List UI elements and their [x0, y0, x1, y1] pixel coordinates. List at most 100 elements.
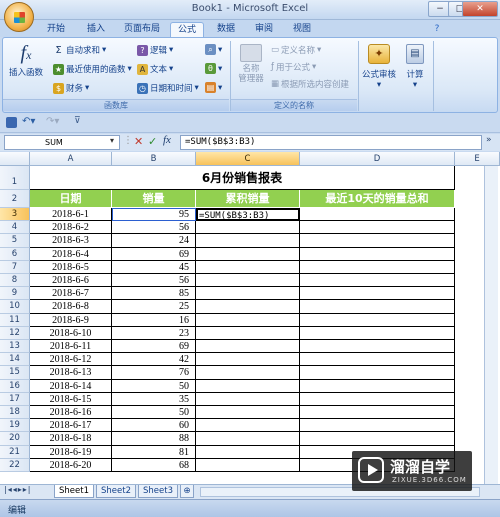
insert-function-icon[interactable]: fx [163, 134, 171, 146]
calculation-button[interactable]: ▤ 计算 ▾ [401, 44, 429, 90]
quantity-cell[interactable]: 50 [112, 406, 196, 420]
recent-10-day-sum-cell[interactable] [300, 313, 455, 327]
cumulative-cell[interactable] [196, 221, 300, 235]
logical-button[interactable]: ? 逻辑 ▾ [137, 44, 173, 56]
sheet-title[interactable]: 6月份销售报表 [30, 166, 455, 190]
sheet-tab-2[interactable]: Sheet2 [96, 485, 136, 498]
row-header[interactable]: 2 [0, 190, 30, 208]
recent-10-day-sum-cell[interactable] [300, 419, 455, 433]
cumulative-cell[interactable] [196, 406, 300, 420]
row-header[interactable]: 21 [0, 445, 30, 459]
insert-sheet-icon[interactable]: ⊕ [180, 485, 194, 498]
cumulative-cell[interactable] [196, 287, 300, 301]
math-button[interactable]: θ ▾ [205, 63, 222, 74]
undo-icon[interactable]: ↶▾ [22, 116, 35, 127]
recent-10-day-sum-cell[interactable] [300, 366, 455, 380]
row-header[interactable]: 18 [0, 406, 30, 420]
date-cell[interactable]: 2018-6-13 [30, 366, 112, 380]
use-in-formula-button[interactable]: ƒ 用于公式 ▾ [271, 61, 316, 73]
text-button[interactable]: A 文本 ▾ [137, 63, 173, 75]
date-cell[interactable]: 2018-6-11 [30, 340, 112, 354]
recent-10-day-sum-cell[interactable] [300, 234, 455, 248]
recent-10-day-sum-cell[interactable] [300, 300, 455, 314]
active-editing-cell[interactable]: =SUM($B$3:B3) [196, 208, 300, 222]
quantity-cell[interactable]: 25 [112, 300, 196, 314]
close-button[interactable]: ✕ [462, 1, 498, 17]
row-header[interactable]: 15 [0, 366, 30, 380]
quantity-cell[interactable]: 88 [112, 432, 196, 446]
cumulative-cell[interactable] [196, 445, 300, 459]
row-header[interactable]: 10 [0, 300, 30, 314]
quantity-cell[interactable]: 42 [112, 353, 196, 367]
name-box-dropdown-icon[interactable]: ▾ [110, 136, 114, 145]
cumulative-cell[interactable] [196, 340, 300, 354]
tab-home[interactable]: 开始 [40, 22, 72, 37]
date-cell[interactable]: 2018-6-2 [30, 221, 112, 235]
date-cell[interactable]: 2018-6-20 [30, 458, 112, 472]
column-title-cell[interactable]: 销量 [112, 190, 196, 208]
lookup-button[interactable]: ⌕ ▾ [205, 44, 222, 55]
date-cell[interactable]: 2018-6-12 [30, 353, 112, 367]
recent-10-day-sum-cell[interactable] [300, 406, 455, 420]
cumulative-cell[interactable] [196, 379, 300, 393]
cumulative-cell[interactable] [196, 300, 300, 314]
sheet-nav-arrows-icon[interactable]: |◂◂▸▸| [4, 485, 31, 494]
recent-10-day-sum-cell[interactable] [300, 221, 455, 235]
date-cell[interactable]: 2018-6-9 [30, 313, 112, 327]
date-cell[interactable]: 2018-6-6 [30, 274, 112, 288]
recent-10-day-sum-cell[interactable] [300, 247, 455, 261]
tab-page-layout[interactable]: 页面布局 [118, 22, 166, 37]
cumulative-cell[interactable] [196, 234, 300, 248]
column-title-cell[interactable]: 日期 [30, 190, 112, 208]
row-header[interactable]: 20 [0, 432, 30, 446]
date-time-button[interactable]: ◷ 日期和时间 ▾ [137, 82, 199, 94]
formula-auditing-button[interactable]: ✦ 公式审核 ▾ [361, 44, 397, 90]
row-header[interactable]: 22 [0, 458, 30, 472]
row-header[interactable]: 13 [0, 340, 30, 354]
row-header[interactable]: 5 [0, 234, 30, 248]
quantity-cell[interactable]: 16 [112, 313, 196, 327]
define-name-button[interactable]: ▭ 定义名称 ▾ [271, 44, 321, 56]
row-header[interactable]: 4 [0, 221, 30, 235]
cumulative-cell[interactable] [196, 274, 300, 288]
recent-10-day-sum-cell[interactable] [300, 379, 455, 393]
cumulative-cell[interactable] [196, 326, 300, 340]
date-cell[interactable]: 2018-6-8 [30, 300, 112, 314]
column-header-b[interactable]: B [112, 152, 196, 166]
recent-10-day-sum-cell[interactable] [300, 326, 455, 340]
date-cell[interactable]: 2018-6-3 [30, 234, 112, 248]
quantity-cell[interactable]: 56 [112, 274, 196, 288]
date-cell[interactable]: 2018-6-18 [30, 432, 112, 446]
tab-view[interactable]: 视图 [286, 22, 318, 37]
cumulative-cell[interactable] [196, 458, 300, 472]
office-button[interactable] [4, 2, 34, 32]
recent-10-day-sum-cell[interactable] [300, 260, 455, 274]
redo-icon[interactable]: ↷▾ [46, 116, 59, 127]
insert-function-button[interactable]: fx 插入函数 [7, 42, 45, 78]
quantity-cell[interactable]: 50 [112, 379, 196, 393]
recent-10-day-sum-cell[interactable] [300, 353, 455, 367]
column-title-cell[interactable]: 最近10天的销量总和 [300, 190, 455, 208]
customize-toolbar-icon[interactable]: ⊽ [74, 116, 81, 126]
quantity-cell[interactable]: 76 [112, 366, 196, 380]
row-header[interactable]: 14 [0, 353, 30, 367]
cumulative-cell[interactable] [196, 313, 300, 327]
quantity-cell[interactable]: 81 [112, 445, 196, 459]
vertical-scrollbar[interactable] [484, 166, 498, 484]
recent-10-day-sum-cell[interactable] [300, 208, 455, 222]
row-header[interactable]: 3 [0, 208, 30, 222]
column-header-a[interactable]: A [30, 152, 112, 166]
column-title-cell[interactable]: 累积销量 [196, 190, 300, 208]
tab-formulas[interactable]: 公式 [170, 22, 204, 37]
cumulative-cell[interactable] [196, 247, 300, 261]
quantity-cell[interactable]: 85 [112, 287, 196, 301]
date-cell[interactable]: 2018-6-16 [30, 406, 112, 420]
row-header[interactable]: 9 [0, 287, 30, 301]
tab-review[interactable]: 审阅 [248, 22, 280, 37]
save-icon[interactable] [6, 117, 17, 128]
date-cell[interactable]: 2018-6-4 [30, 247, 112, 261]
quantity-cell[interactable]: 60 [112, 419, 196, 433]
enter-icon[interactable]: ✓ [148, 135, 157, 148]
row-header[interactable]: 8 [0, 274, 30, 288]
expand-formula-bar-icon[interactable]: » [486, 135, 492, 145]
